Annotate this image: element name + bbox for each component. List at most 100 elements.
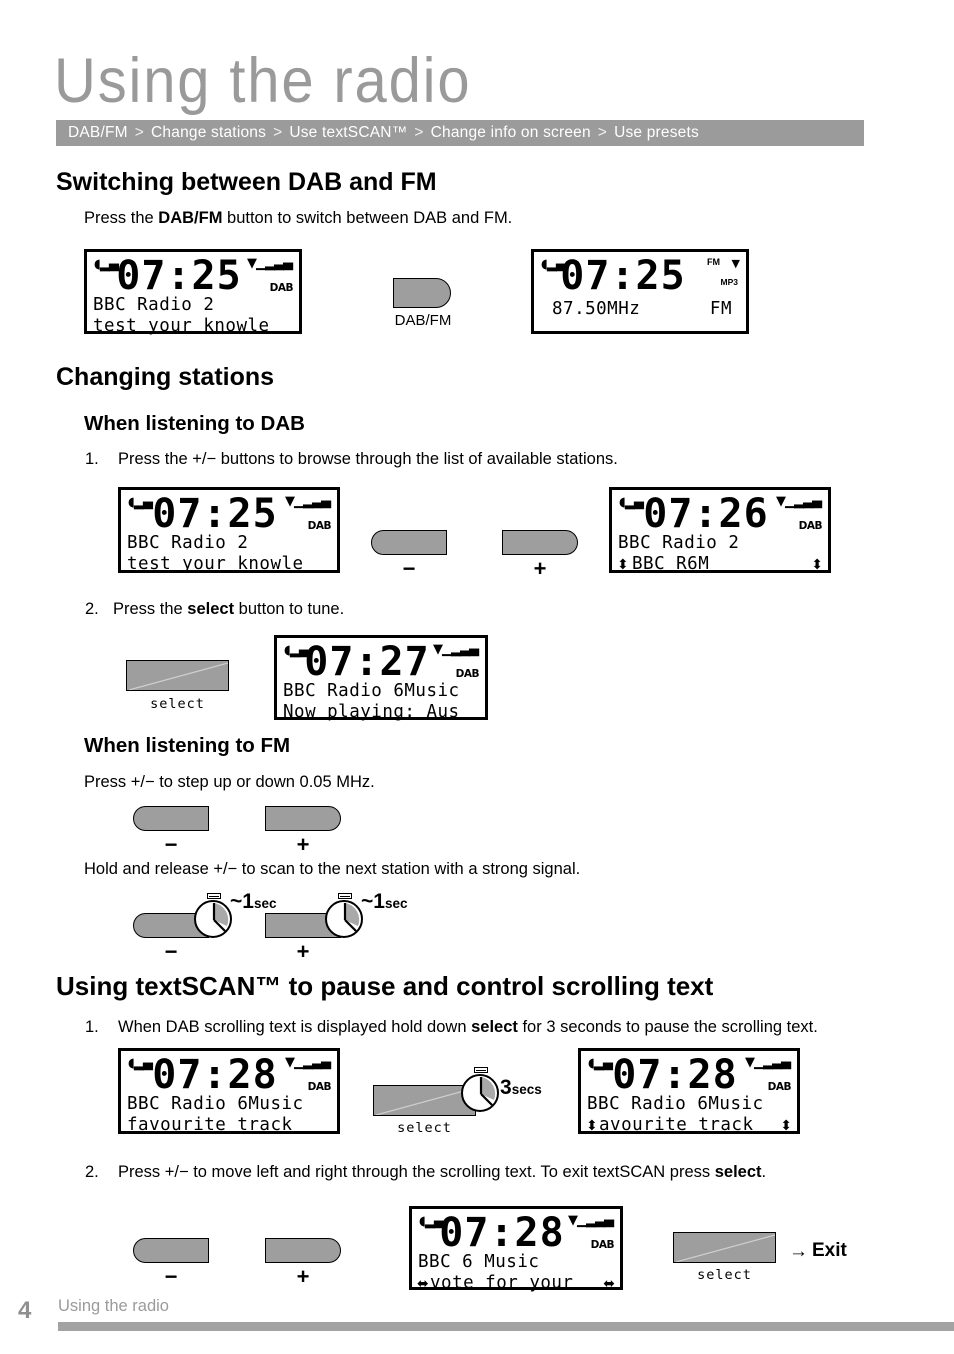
dab-badge: DAB bbox=[269, 282, 294, 294]
manual-page: Using the radio DAB/FM > Change stations > U… bbox=[0, 0, 954, 1354]
textscan-step2-text: Press +/− to move left and right through… bbox=[118, 1163, 766, 1182]
lcd-line-1: BBC Radio 2 bbox=[93, 295, 215, 315]
switching-instruction-pre: Press the bbox=[84, 209, 159, 227]
textscan-step1-text: When DAB scrolling text is displayed hol… bbox=[118, 1018, 818, 1037]
stopwatch-icon bbox=[193, 893, 235, 939]
plus-button[interactable] bbox=[265, 1238, 341, 1263]
lcd-display-dab-0726: ◖▂▄ ▼▁▂▃▄ 07:26 DAB BBC Radio 2 BBC R6M … bbox=[609, 487, 831, 574]
page-title: Using the radio bbox=[54, 46, 472, 116]
stopwatch-wedge-icon bbox=[325, 900, 365, 945]
lcd-line-1: BBC Radio 2 bbox=[127, 533, 249, 553]
scroll-right-marker-icon: ⬍ bbox=[811, 556, 823, 572]
scroll-left-marker-icon: ⬍ bbox=[586, 1117, 598, 1133]
lcd-clock: 07:28 bbox=[439, 1210, 565, 1256]
lcd-line-2: test your knowle bbox=[127, 554, 304, 574]
stopwatch-wedge-icon bbox=[194, 900, 234, 945]
subheading-when-listening-dab: When listening to DAB bbox=[84, 412, 305, 435]
dab-step2-bold: select bbox=[187, 600, 235, 618]
lcd-line-2: favourite track bbox=[127, 1115, 293, 1135]
dab-fm-button[interactable] bbox=[393, 278, 451, 308]
footer-text: Using the radio bbox=[58, 1297, 169, 1315]
lcd-display-fm-main: ◖▂▄ FM ▼ MP3 07:25 87.50MHz FM bbox=[531, 249, 749, 334]
lcd-clock: 07:26 bbox=[643, 491, 769, 537]
breadcrumb-item-change-info[interactable]: Change info on screen bbox=[431, 120, 591, 146]
switching-instruction-bold: DAB/FM bbox=[158, 209, 223, 227]
switching-instruction-post: button to switch between DAB and FM. bbox=[222, 209, 513, 227]
dab-badge: DAB bbox=[455, 668, 480, 680]
hold-duration-minus: ~1sec bbox=[230, 890, 276, 914]
hold-duration-select: 3secs bbox=[500, 1076, 542, 1100]
select-button-exit[interactable] bbox=[673, 1232, 776, 1263]
breadcrumb-separator: > bbox=[414, 124, 424, 141]
scroll-left-marker-icon: ⬍ bbox=[617, 556, 629, 572]
exit-label: Exit bbox=[812, 1240, 847, 1261]
scroll-right-marker-icon: ⬌ bbox=[603, 1275, 615, 1291]
mp3-badge: MP3 bbox=[720, 277, 738, 287]
breadcrumb-separator: > bbox=[134, 124, 145, 141]
breadcrumb: DAB/FM > Change stations > Use textSCAN™ > Cha… bbox=[56, 120, 864, 146]
textscan-step2-pre: Press +/− to move left and right through… bbox=[118, 1163, 715, 1181]
plus-button-label: + bbox=[533, 556, 547, 581]
antenna-signal-icon: ▼ bbox=[731, 257, 741, 270]
hold-duration-value: ~1 bbox=[361, 890, 385, 913]
stopwatch-cap-icon bbox=[207, 893, 221, 899]
select-button-label: select bbox=[150, 696, 205, 712]
lcd-line-1: BBC Radio 6Music bbox=[127, 1094, 304, 1114]
stopwatch-icon bbox=[460, 1067, 502, 1113]
heading-using-textscan: Using textSCAN™ to pause and control scr… bbox=[56, 971, 714, 1001]
dab-badge: DAB bbox=[798, 520, 823, 532]
dab-step2-pre: Press the bbox=[113, 600, 188, 618]
step-number: 1. bbox=[85, 450, 99, 468]
lcd-line-1: BBC Radio 6Music bbox=[283, 681, 460, 701]
dab-step2-text: Press the select button to tune. bbox=[113, 600, 344, 619]
select-button[interactable] bbox=[126, 660, 229, 691]
plus-button[interactable] bbox=[502, 530, 578, 555]
scroll-left-marker-icon: ⬌ bbox=[417, 1275, 429, 1291]
textscan-step1-post: for 3 seconds to pause the scrolling tex… bbox=[517, 1018, 818, 1036]
textscan-step2-post: . bbox=[761, 1163, 767, 1181]
minus-button[interactable] bbox=[371, 530, 447, 555]
fm-hold-text: Hold and release +/− to scan to the next… bbox=[84, 860, 581, 878]
scroll-right-marker-icon: ⬍ bbox=[780, 1117, 792, 1133]
hold-duration-unit: sec bbox=[384, 896, 408, 911]
textscan-step2-bold: select bbox=[714, 1163, 762, 1181]
lcd-display-dab-0728-b: ◖▂▄ ▼▁▂▃▄ 07:28 DAB BBC Radio 6Music avo… bbox=[578, 1048, 800, 1135]
lcd-line-2: avourite track bbox=[599, 1115, 754, 1135]
select-button-label: select bbox=[397, 1120, 452, 1136]
breadcrumb-item-use-presets[interactable]: Use presets bbox=[614, 120, 699, 146]
breadcrumb-separator: > bbox=[597, 124, 608, 141]
stopwatch-wedge-icon bbox=[461, 1074, 501, 1119]
button-highlight bbox=[674, 1233, 775, 1262]
dab-badge: DAB bbox=[307, 1081, 332, 1093]
button-highlight bbox=[127, 661, 228, 690]
lcd-line-2: test your knowle bbox=[93, 316, 270, 336]
dab-fm-button-label: DAB/FM bbox=[394, 312, 452, 329]
lcd-display-dab-0727: ◖▂▄ ▼▁▂▃▄ 07:27 DAB BBC Radio 6Music Now… bbox=[274, 635, 488, 722]
lcd-clock: 07:28 bbox=[612, 1052, 738, 1098]
breadcrumb-item-change-stations[interactable]: Change stations bbox=[151, 120, 266, 146]
lcd-clock: 07:25 bbox=[116, 253, 242, 299]
lcd-display-dab-0728-a: ◖▂▄ ▼▁▂▃▄ 07:28 DAB BBC Radio 6Music fav… bbox=[118, 1048, 340, 1135]
switching-instruction: Press the DAB/FM button to switch betwee… bbox=[84, 209, 512, 228]
hold-duration-value: ~1 bbox=[230, 890, 254, 913]
lcd-line-2: Now playing: Aus bbox=[283, 702, 460, 722]
lcd-band-label: FM bbox=[709, 299, 732, 319]
minus-button-label: − bbox=[164, 832, 178, 857]
heading-switching-dab-fm: Switching between DAB and FM bbox=[56, 168, 437, 196]
select-button-label: select bbox=[697, 1267, 752, 1283]
minus-button[interactable] bbox=[133, 1238, 209, 1263]
breadcrumb-item-dabfm[interactable]: DAB/FM bbox=[68, 120, 128, 146]
footer-rule bbox=[58, 1322, 954, 1331]
hold-duration-unit: secs bbox=[511, 1082, 542, 1097]
exit-arrow-icon: → bbox=[789, 1241, 808, 1262]
breadcrumb-item-use-textscan[interactable]: Use textSCAN™ bbox=[289, 120, 407, 146]
stopwatch-cap-icon bbox=[474, 1067, 488, 1073]
stopwatch-icon bbox=[324, 893, 366, 939]
breadcrumb-separator: > bbox=[273, 124, 283, 141]
lcd-line-1: BBC Radio 6Music bbox=[587, 1094, 764, 1114]
lcd-display-dab-main: ◖▂▄ ▼▁▂▃▄ 07:25 DAB BBC Radio 2 test you… bbox=[84, 249, 302, 336]
plus-button[interactable] bbox=[265, 806, 341, 831]
textscan-step1-bold: select bbox=[471, 1018, 518, 1036]
lcd-line-1: BBC 6 Music bbox=[418, 1252, 540, 1272]
minus-button[interactable] bbox=[133, 806, 209, 831]
